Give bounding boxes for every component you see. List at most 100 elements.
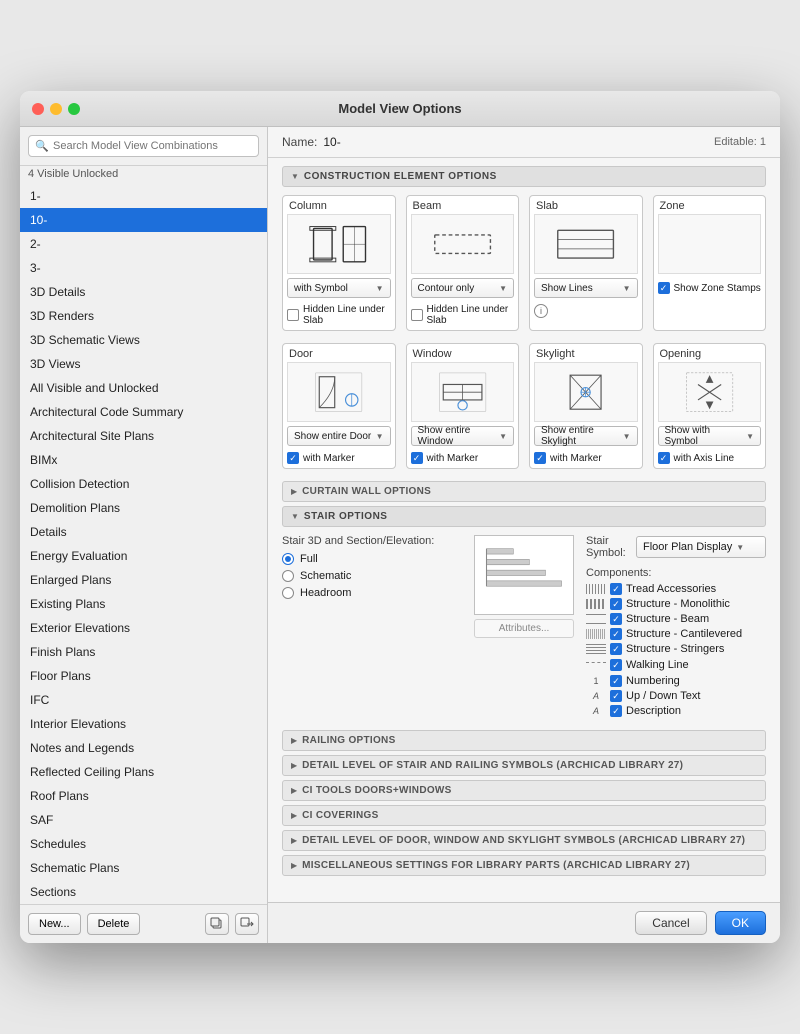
slab-info-icon: i: [534, 304, 548, 318]
minimize-button[interactable]: [50, 103, 62, 115]
floor-plan-dropdown[interactable]: Floor Plan Display ▼: [636, 536, 766, 558]
slab-dropdown[interactable]: Show Lines ▼: [534, 278, 638, 298]
updown-checkbox[interactable]: [610, 690, 622, 702]
sidebar-item-sections[interactable]: Sections: [20, 880, 267, 904]
skylight-marker-checkbox[interactable]: [534, 452, 546, 464]
sidebar-item-schematic[interactable]: Schematic Plans: [20, 856, 267, 880]
close-button[interactable]: [32, 103, 44, 115]
column-hidden-line-checkbox[interactable]: [287, 309, 299, 321]
sidebar-item-existing[interactable]: Existing Plans: [20, 592, 267, 616]
walking-line-checkbox[interactable]: [610, 659, 622, 671]
window-preview: [411, 362, 515, 422]
description-checkbox[interactable]: [610, 705, 622, 717]
door-dropdown[interactable]: Show entire Door ▼: [287, 426, 391, 446]
beam-checkbox-row: Hidden Line under Slab: [407, 302, 519, 330]
stair-3d-label: Stair 3D and Section/Elevation:: [282, 535, 462, 547]
sidebar-item-floor[interactable]: Floor Plans: [20, 664, 267, 688]
curtain-wall-section-header[interactable]: ▶ CURTAIN WALL OPTIONS: [282, 481, 766, 502]
opening-axis-row: with Axis Line: [654, 450, 766, 468]
ci-doors-section-header[interactable]: ▶ CI TOOLS DOORS+WINDOWS: [282, 780, 766, 801]
sidebar-item-10[interactable]: 10-: [20, 208, 267, 232]
sidebar-footer: New... Delete: [20, 904, 267, 943]
window-dropdown[interactable]: Show entire Window ▼: [411, 426, 515, 446]
ok-button[interactable]: OK: [715, 911, 766, 935]
beam-struct-icon: [586, 614, 606, 624]
zone-stamps-checkbox[interactable]: [658, 282, 670, 294]
column-dropdown[interactable]: with Symbol ▼: [287, 278, 391, 298]
window-card: Window Show entire Window: [406, 343, 520, 469]
stair-radio-full[interactable]: Full: [282, 553, 462, 565]
beam-checkbox[interactable]: [610, 613, 622, 625]
sidebar-item-enlarged[interactable]: Enlarged Plans: [20, 568, 267, 592]
opening-axis-checkbox[interactable]: [658, 452, 670, 464]
railing-collapse-icon: ▶: [291, 736, 297, 745]
stringers-checkbox[interactable]: [610, 643, 622, 655]
duplicate-icon-button[interactable]: [205, 913, 229, 935]
cancel-button[interactable]: Cancel: [635, 911, 706, 935]
sidebar-item-collision[interactable]: Collision Detection: [20, 472, 267, 496]
sidebar-item-finish[interactable]: Finish Plans: [20, 640, 267, 664]
new-button[interactable]: New...: [28, 913, 81, 935]
sidebar-item-saf[interactable]: SAF: [20, 808, 267, 832]
stair-radio-headroom[interactable]: Headroom: [282, 587, 462, 599]
search-input[interactable]: [28, 135, 259, 157]
stair-section-header[interactable]: ▼ STAIR OPTIONS: [282, 506, 766, 527]
sidebar-item-roof[interactable]: Roof Plans: [20, 784, 267, 808]
window-dropdown-chevron: ▼: [499, 432, 507, 441]
sidebar-item-arch-site[interactable]: Architectural Site Plans: [20, 424, 267, 448]
detail-door-section-header[interactable]: ▶ DETAIL LEVEL OF DOOR, WINDOW AND SKYLI…: [282, 830, 766, 851]
sidebar-item-reflected[interactable]: Reflected Ceiling Plans: [20, 760, 267, 784]
window-title: Model View Options: [338, 101, 461, 116]
editable-label: Editable: 1: [714, 136, 766, 148]
sidebar-item-2[interactable]: 2-: [20, 232, 267, 256]
sidebar-item-3d-views[interactable]: 3D Views: [20, 352, 267, 376]
sidebar-item-3d-schematic[interactable]: 3D Schematic Views: [20, 328, 267, 352]
sidebar-item-interior[interactable]: Interior Elevations: [20, 712, 267, 736]
sidebar-item-details[interactable]: Details: [20, 520, 267, 544]
main-content: Name: 10- Editable: 1 ▼ CONSTRUCTION ELE…: [268, 127, 780, 943]
beam-label: Beam: [407, 196, 519, 214]
floor-plan-value: Floor Plan Display: [643, 541, 732, 553]
numbering-checkbox[interactable]: [610, 675, 622, 687]
sidebar-item-schedules[interactable]: Schedules: [20, 832, 267, 856]
beam-preview: [411, 214, 515, 274]
stair-radio-schematic[interactable]: Schematic: [282, 570, 462, 582]
stair-preview-col: Attributes...: [474, 535, 574, 720]
maximize-button[interactable]: [68, 103, 80, 115]
sidebar-item-3[interactable]: 3-: [20, 256, 267, 280]
sidebar-item-all-visible[interactable]: All Visible and Unlocked: [20, 376, 267, 400]
stair-symbol-row: Stair Symbol: Floor Plan Display ▼: [586, 535, 766, 559]
railing-section-header[interactable]: ▶ RAILING OPTIONS: [282, 730, 766, 751]
skylight-dropdown[interactable]: Show entire Skylight ▼: [534, 426, 638, 446]
window-label: Window: [407, 344, 519, 362]
beam-dropdown[interactable]: Contour only ▼: [411, 278, 515, 298]
cantilevered-checkbox[interactable]: [610, 628, 622, 640]
construction-section-header[interactable]: ▼ CONSTRUCTION ELEMENT OPTIONS: [282, 166, 766, 187]
monolithic-checkbox[interactable]: [610, 598, 622, 610]
tread-checkbox[interactable]: [610, 583, 622, 595]
window-marker-checkbox[interactable]: [411, 452, 423, 464]
detail-level-stair-header[interactable]: ▶ DETAIL LEVEL OF STAIR AND RAILING SYMB…: [282, 755, 766, 776]
sidebar-item-demolition[interactable]: Demolition Plans: [20, 496, 267, 520]
sidebar-item-3d-renders[interactable]: 3D Renders: [20, 304, 267, 328]
misc-section-header[interactable]: ▶ MISCELLANEOUS SETTINGS FOR LIBRARY PAR…: [282, 855, 766, 876]
sidebar-item-1[interactable]: 1-: [20, 184, 267, 208]
stair-right-col: Stair Symbol: Floor Plan Display ▼ Compo…: [586, 535, 766, 720]
sidebar-item-ifc[interactable]: IFC: [20, 688, 267, 712]
export-icon-button[interactable]: [235, 913, 259, 935]
sidebar-item-3d-details[interactable]: 3D Details: [20, 280, 267, 304]
opening-dropdown[interactable]: Show with Symbol ▼: [658, 426, 762, 446]
ci-coverings-section-header[interactable]: ▶ CI COVERINGS: [282, 805, 766, 826]
sidebar-item-energy[interactable]: Energy Evaluation: [20, 544, 267, 568]
column-label: Column: [283, 196, 395, 214]
delete-button[interactable]: Delete: [87, 913, 141, 935]
door-marker-checkbox[interactable]: [287, 452, 299, 464]
sidebar-item-notes[interactable]: Notes and Legends: [20, 736, 267, 760]
sidebar-item-bimx[interactable]: BIMx: [20, 448, 267, 472]
beam-hidden-line-checkbox[interactable]: [411, 309, 423, 321]
sidebar-item-exterior[interactable]: Exterior Elevations: [20, 616, 267, 640]
attributes-button[interactable]: Attributes...: [474, 619, 574, 638]
column-preview: [287, 214, 391, 274]
sidebar-item-arch-code[interactable]: Architectural Code Summary: [20, 400, 267, 424]
component-numbering: 1 Numbering: [586, 675, 766, 687]
